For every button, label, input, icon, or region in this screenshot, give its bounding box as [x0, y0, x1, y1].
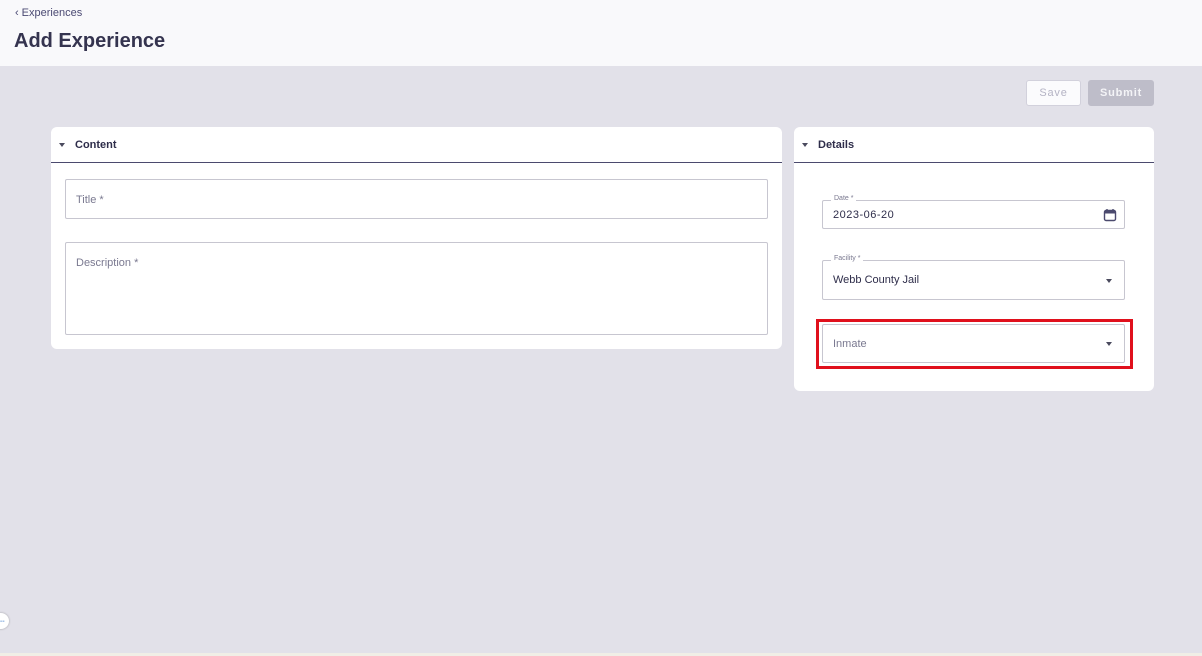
caret-down-icon: [1106, 279, 1112, 283]
details-panel: Details Date * 2023-06-20 Facility * Web…: [794, 127, 1154, 391]
caret-down-icon: [59, 142, 65, 147]
inmate-placeholder: Inmate: [833, 338, 867, 350]
content-panel-heading: Content: [75, 138, 117, 151]
calendar-icon[interactable]: [1103, 208, 1117, 222]
inmate-select[interactable]: Inmate: [822, 324, 1125, 363]
caret-down-icon: [1106, 342, 1112, 346]
page-title: Add Experience: [14, 30, 166, 52]
chevron-left-icon: ‹: [15, 6, 19, 19]
details-panel-header[interactable]: Details: [794, 127, 1154, 163]
content-panel: Content Title * Description *: [51, 127, 782, 349]
save-button[interactable]: Save: [1026, 80, 1081, 106]
back-link-label: Experiences: [21, 7, 83, 19]
date-label: Date *: [831, 195, 857, 202]
top-bar: ‹ Experiences Add Experience: [0, 0, 1202, 66]
submit-button[interactable]: Submit: [1088, 80, 1154, 106]
arrow-left-icon[interactable]: ⇠: [0, 613, 9, 629]
facility-value: Webb County Jail: [833, 274, 920, 286]
facility-label: Facility *: [831, 255, 864, 262]
title-input[interactable]: Title *: [65, 179, 768, 219]
description-textarea[interactable]: Description *: [65, 242, 768, 335]
description-placeholder: Description *: [76, 257, 139, 269]
date-value: 2023-06-20: [833, 209, 895, 221]
date-field[interactable]: Date * 2023-06-20: [822, 195, 1125, 229]
title-placeholder: Title *: [76, 194, 104, 206]
facility-select[interactable]: Facility * Webb County Jail: [822, 255, 1125, 300]
caret-down-icon: [802, 142, 808, 147]
details-panel-heading: Details: [818, 138, 855, 151]
back-link[interactable]: ‹ Experiences: [15, 7, 82, 19]
content-panel-header[interactable]: Content: [51, 127, 782, 163]
